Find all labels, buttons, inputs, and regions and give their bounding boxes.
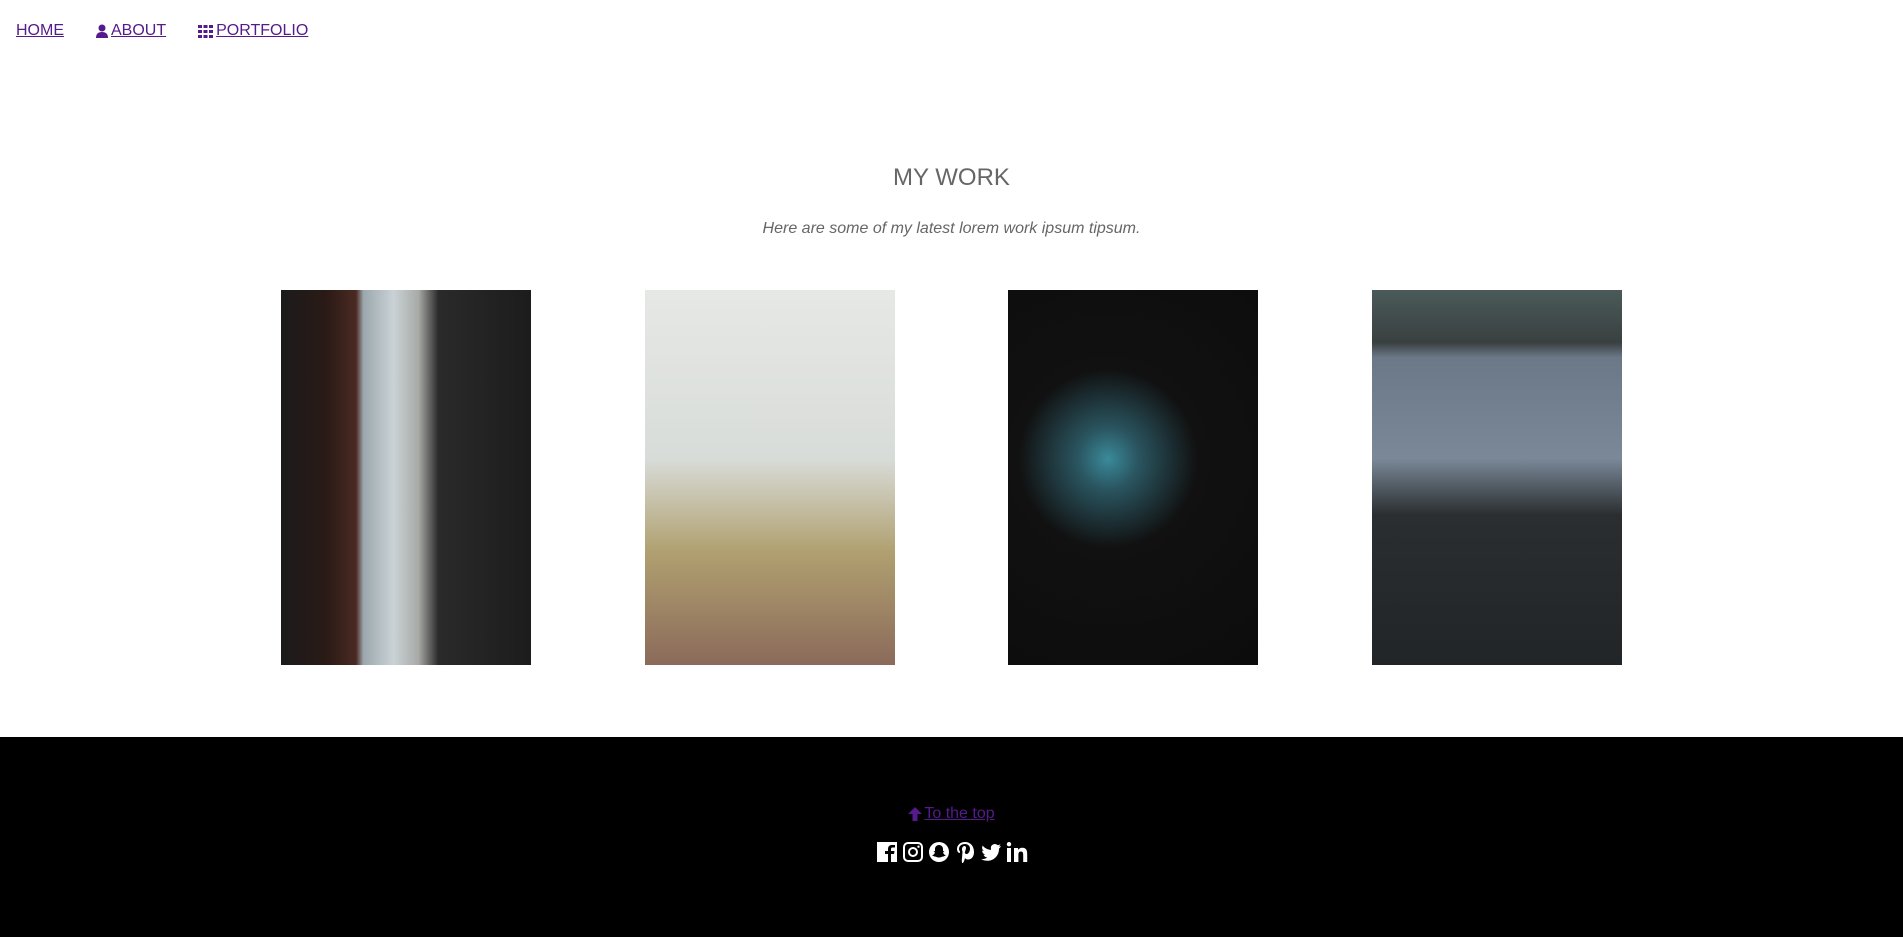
bridge-traffic-photo [1372, 290, 1622, 665]
nav-portfolio[interactable]: PORTFOLIO [198, 22, 308, 40]
footer: To the top [0, 737, 1903, 937]
arrow-up-icon [908, 807, 923, 821]
grid-icon [198, 24, 214, 38]
foggy-path-fence-photo [645, 290, 895, 665]
twitter-icon[interactable] [980, 841, 1002, 863]
page-title: MY WORK [893, 164, 1010, 191]
pinterest-icon[interactable] [954, 841, 976, 863]
to-the-top-link[interactable]: To the top [908, 805, 995, 823]
bee-eater-bird-photo [1008, 290, 1258, 665]
top-nav: HOME ABOUT PORTFOLIO [16, 22, 308, 40]
nav-about[interactable]: ABOUT [96, 22, 166, 40]
nav-home[interactable]: HOME [16, 22, 64, 40]
linkedin-icon[interactable] [1006, 841, 1028, 863]
user-icon [96, 24, 108, 38]
social-links [0, 841, 1903, 863]
instagram-icon[interactable] [902, 841, 924, 863]
facebook-icon[interactable] [876, 841, 898, 863]
snapchat-icon[interactable] [928, 841, 950, 863]
page-subtitle: Here are some of my latest lorem work ip… [762, 220, 1141, 237]
cathedral-alley-photo [281, 290, 531, 665]
